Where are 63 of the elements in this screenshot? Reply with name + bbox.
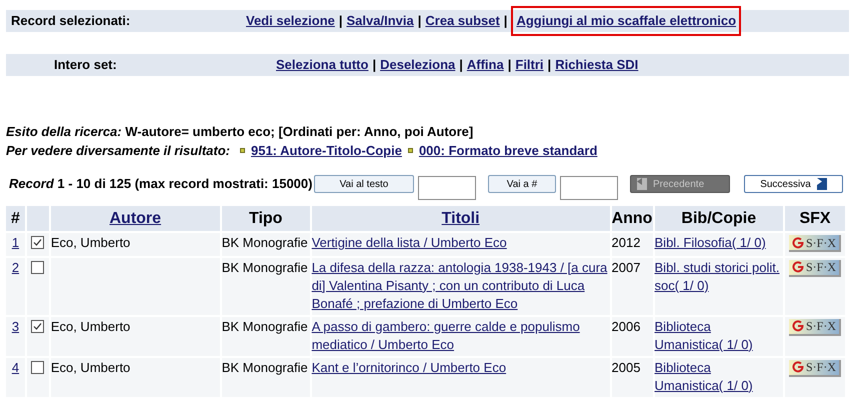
action-link[interactable]: Affina (466, 55, 504, 75)
link-separator: | (418, 12, 422, 30)
type-cell: BK Monografie (222, 235, 308, 250)
action-link[interactable]: Aggiungi al mio scaffale elettronico (511, 6, 742, 36)
bullet-icon (240, 148, 245, 153)
author-cell: Eco, Umberto (50, 360, 130, 374)
link-separator: | (338, 12, 343, 30)
action-link[interactable]: Deseleziona (380, 55, 456, 75)
format-label: Per vedere diversamente il risultato: (6, 142, 230, 160)
column-header: Tipo (222, 206, 310, 231)
type-cell: BK Monografie (222, 360, 308, 374)
record-number-link[interactable]: 4 (12, 360, 20, 374)
author-cell: Eco, Umberto (50, 235, 130, 250)
column-header: # (6, 206, 25, 231)
year-cell: 2012 (612, 235, 640, 250)
column-header-link[interactable]: Titoli (442, 210, 480, 226)
title-link[interactable]: La difesa della razza: antologia 1938-1943 / [a cura di] Valentina Pisanty ; con un contributo di Luca Bonafé ; prefazione di Umberto Eco (312, 258, 610, 312)
author-cell: Eco, Umberto (50, 318, 130, 334)
checkbox[interactable] (31, 236, 44, 249)
record-range: Record 1 - 10 di 125 (max record mostrati: 15000) (8, 175, 314, 194)
checkbox[interactable] (31, 320, 44, 332)
action-link[interactable]: Filtri (515, 55, 544, 75)
format-link[interactable]: 951: Autore-Titolo-Copie (250, 141, 402, 160)
checkbox[interactable] (31, 260, 44, 274)
action-link[interactable]: Crea subset (425, 11, 500, 31)
jump-button[interactable]: Vai al testo (314, 175, 414, 193)
jump-field[interactable] (560, 176, 618, 200)
sfx-button[interactable]: S·F·X (789, 260, 842, 276)
record-number-link[interactable]: 2 (12, 260, 20, 274)
action-link[interactable]: Vedi selezione (246, 11, 335, 31)
type-cell: BK Monografie (222, 318, 308, 334)
action-link[interactable]: Seleziona tutto (276, 55, 368, 75)
link-separator: | (504, 12, 508, 30)
sfx-button[interactable]: S·F·X (789, 235, 842, 252)
column-header: Anno (612, 206, 653, 231)
jump-field[interactable] (418, 176, 476, 200)
year-cell: 2007 (612, 260, 640, 274)
link-separator: | (372, 56, 376, 74)
holdings-link[interactable]: Biblioteca Umanistica( 1/ 0) (654, 358, 784, 394)
action-link[interactable]: Richiesta SDI (555, 55, 638, 75)
bullet-icon (408, 148, 413, 153)
page-button[interactable]: Successiva (744, 175, 843, 193)
checkbox[interactable] (31, 360, 44, 374)
bar-label: Record selezionati: (10, 12, 132, 30)
link-separator: | (548, 56, 552, 74)
format-link[interactable]: 000: Formato breve standard (418, 141, 598, 160)
link-separator: | (508, 56, 512, 74)
year-cell: 2005 (612, 360, 640, 374)
jump-button[interactable]: Vai a # (488, 175, 556, 193)
sfx-button[interactable]: S·F·X (789, 318, 842, 336)
link-separator: | (459, 56, 463, 74)
sfx-button[interactable]: S·F·X (789, 360, 842, 376)
bar-label: Intero set: (53, 56, 118, 74)
year-cell: 2006 (612, 318, 640, 334)
action-link[interactable]: Salva/Invia (346, 11, 414, 31)
result-query: W-autore= umberto eco; [Ordinati per: Anno, poi Autore] (125, 124, 474, 139)
column-header: SFX (785, 206, 845, 231)
column-header: Bib/Copie (654, 206, 784, 231)
title-link[interactable]: A passo di gambero: guerre calde e populismo mediatico / Umberto Eco (312, 318, 610, 354)
result-label: Esito della ricerca: (6, 124, 122, 139)
type-cell: BK Monografie (222, 260, 308, 274)
holdings-link[interactable]: Biblioteca Umanistica( 1/ 0) (654, 318, 784, 354)
record-number-link[interactable]: 3 (12, 318, 20, 334)
